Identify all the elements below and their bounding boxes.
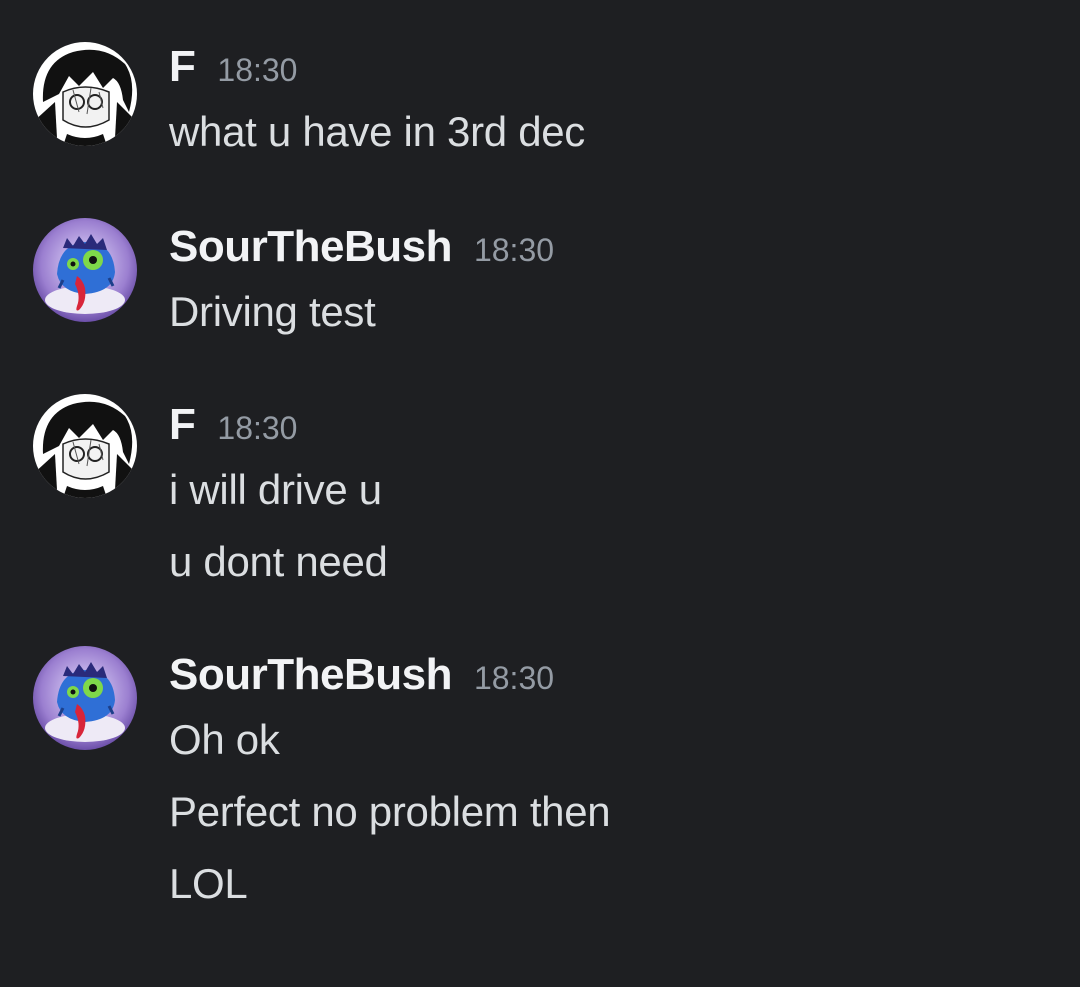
timestamp: 18:30 <box>473 660 555 696</box>
timestamp: 18:30 <box>217 52 298 88</box>
chat-messages: F 18:30 what u have in 3rd dec SourTheBu… <box>0 0 1080 987</box>
username[interactable]: F <box>169 400 196 450</box>
timestamp: 18:30 <box>473 232 555 268</box>
username[interactable]: SourTheBush <box>169 222 452 272</box>
avatar[interactable] <box>33 42 137 146</box>
message-header: SourTheBush 18:30 <box>169 222 554 282</box>
message-header: F 18:30 <box>169 400 297 460</box>
message-text: Perfect no problem then <box>169 788 611 835</box>
message-header: F 18:30 <box>169 42 297 102</box>
manga-girl-avatar-icon <box>33 394 137 498</box>
manga-girl-avatar-icon <box>33 42 137 146</box>
username[interactable]: F <box>169 42 196 92</box>
username[interactable]: SourTheBush <box>169 650 452 700</box>
message-text: LOL <box>169 860 248 907</box>
message-text: i will drive u <box>169 466 382 513</box>
blue-monster-avatar-icon <box>33 218 137 322</box>
message-text: u dont need <box>169 538 388 585</box>
message-text: Oh ok <box>169 716 280 763</box>
avatar[interactable] <box>33 218 137 322</box>
timestamp: 18:30 <box>217 410 298 446</box>
message-text: what u have in 3rd dec <box>169 108 586 155</box>
message-text: Driving test <box>169 288 376 335</box>
avatar[interactable] <box>33 646 137 750</box>
message-header: SourTheBush 18:30 <box>169 650 554 710</box>
avatar[interactable] <box>33 394 137 498</box>
blue-monster-avatar-icon <box>33 646 137 750</box>
